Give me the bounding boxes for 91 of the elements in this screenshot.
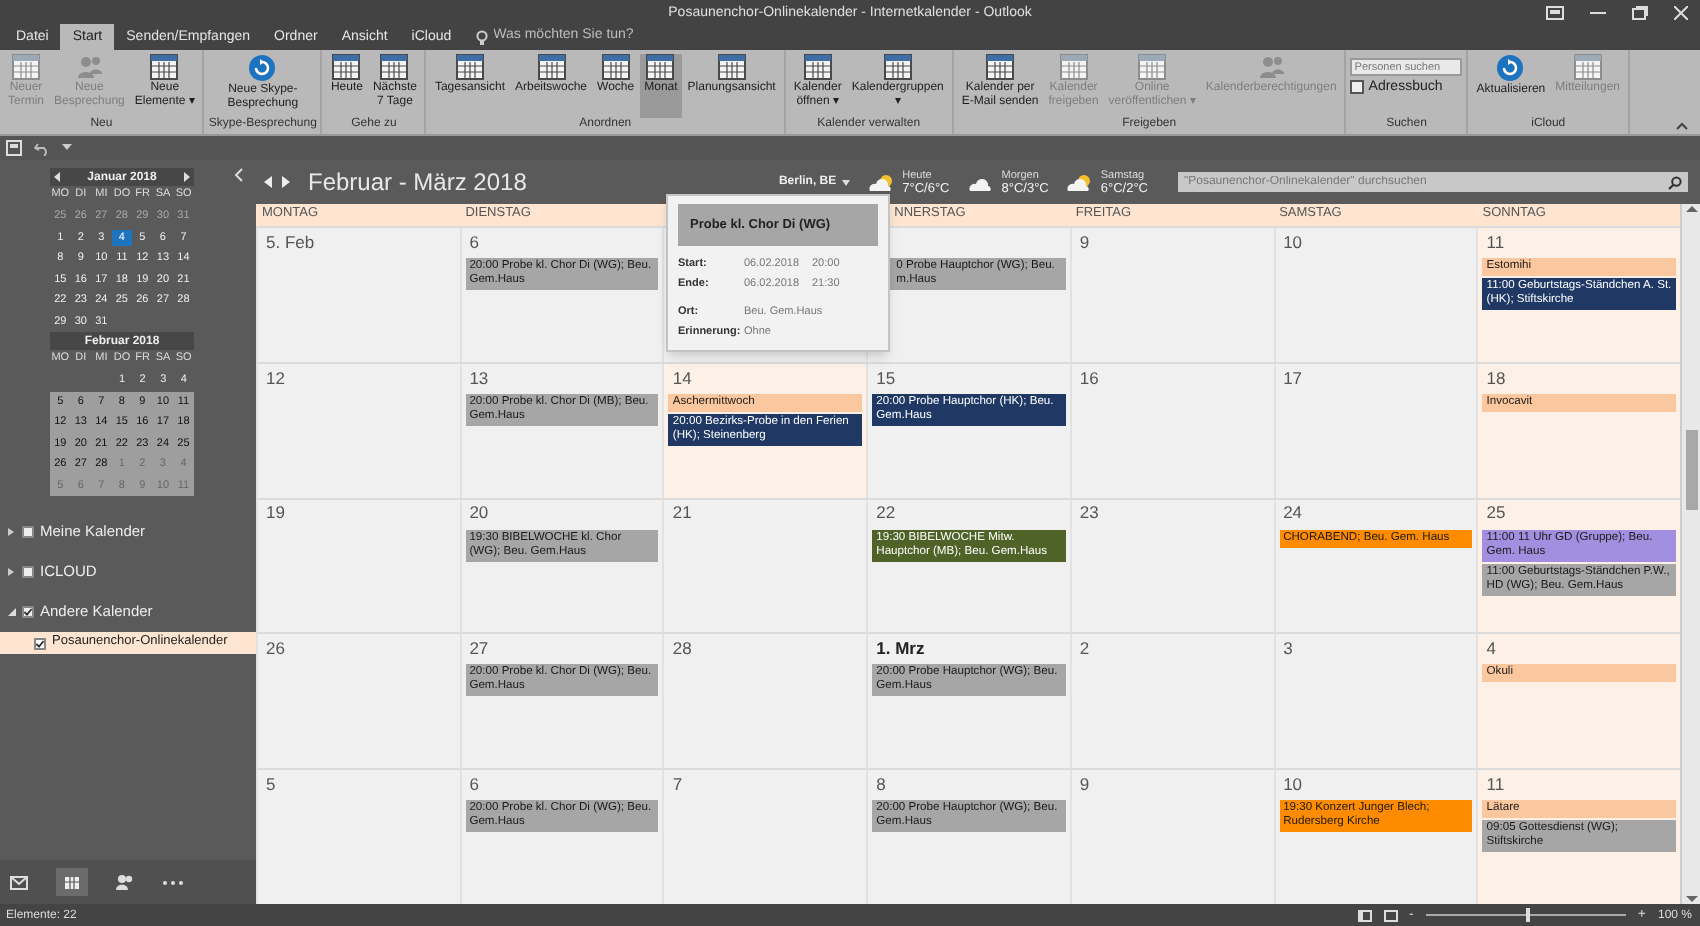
day-number: 2	[1079, 640, 1090, 658]
calendar-icon	[601, 54, 630, 80]
day-number: 28	[672, 640, 692, 658]
calendar-icon	[455, 54, 484, 80]
day-number: 25	[1486, 504, 1506, 522]
zoom-slider-thumb[interactable]	[1525, 908, 1530, 922]
day-number: 22	[876, 504, 896, 522]
day-number: 23	[1079, 504, 1099, 522]
day-number: 10	[1283, 233, 1303, 251]
reading-view-icon[interactable]	[1383, 909, 1398, 921]
day-number: 18	[1486, 369, 1506, 387]
checkbox[interactable]	[34, 637, 46, 649]
day-number: 14	[672, 369, 692, 387]
ribbon-display-icon[interactable]	[1546, 5, 1564, 19]
collapse-ribbon-icon[interactable]	[1676, 122, 1688, 130]
day-number: 12	[266, 369, 285, 387]
undo-icon[interactable]	[34, 141, 50, 155]
day-cell[interactable]: 10	[1273, 228, 1477, 362]
calendar-nav-button[interactable]	[56, 868, 88, 896]
scroll-up-icon[interactable]	[1685, 204, 1697, 214]
people-icon	[75, 54, 104, 80]
day-number: 15	[876, 369, 896, 387]
restore-icon[interactable]	[1632, 5, 1648, 19]
day-number: 4	[1486, 640, 1497, 658]
calendar-icon	[150, 54, 179, 80]
day-number: 6	[469, 775, 479, 793]
save-icon[interactable]	[6, 140, 22, 156]
day-number: 5. Feb	[266, 233, 315, 251]
more-icon[interactable]	[162, 879, 184, 885]
calendar-icon	[803, 54, 832, 80]
day-number: 8	[876, 775, 886, 793]
day-number: 9	[1079, 233, 1090, 251]
checkbox[interactable]	[22, 566, 34, 578]
day-number: 10	[1283, 775, 1303, 793]
weather-icon	[1066, 173, 1095, 191]
next-month-icon[interactable]	[183, 172, 190, 182]
day-number: 11	[1486, 775, 1505, 793]
day-number: 20	[469, 504, 489, 522]
next-icon[interactable]	[282, 176, 290, 188]
day-cell[interactable]: 3	[1273, 634, 1477, 769]
calendar-icon	[717, 54, 746, 80]
day-number: 26	[266, 640, 285, 658]
calendar-icon	[380, 54, 409, 80]
checkbox[interactable]	[22, 606, 34, 618]
lightbulb-icon	[475, 29, 488, 45]
refresh-icon	[1496, 54, 1525, 82]
previous-month-icon[interactable]	[54, 172, 60, 182]
calendar-title: Februar - März 2018	[308, 170, 527, 194]
day-number: 13	[469, 369, 489, 387]
close-icon[interactable]	[1674, 5, 1688, 19]
calendar-icon	[12, 54, 40, 80]
calendar-icon	[1059, 54, 1088, 80]
day-number: 1. Mrz	[876, 640, 925, 658]
calendar-icon	[1573, 54, 1602, 80]
collapse-pane-icon[interactable]	[234, 168, 244, 182]
expanded-icon[interactable]	[8, 608, 16, 616]
day-number: 19	[266, 504, 285, 522]
people-icon[interactable]	[116, 874, 134, 890]
collapsed-icon[interactable]	[8, 568, 16, 576]
search-icon[interactable]	[1668, 175, 1682, 189]
day-number: 27	[469, 640, 489, 658]
dropdown-icon	[842, 179, 851, 185]
collapsed-icon[interactable]	[8, 528, 16, 536]
refresh-icon	[248, 54, 277, 82]
normal-view-icon[interactable]	[1357, 909, 1372, 921]
day-number: 6	[469, 233, 479, 251]
day-number: 5	[266, 775, 276, 793]
day-number: 3	[1283, 640, 1293, 658]
calendar-icon	[883, 54, 912, 80]
dropdown-icon[interactable]	[62, 144, 72, 152]
calendar-icon	[986, 54, 1015, 80]
day-number: 9	[1079, 775, 1090, 793]
day-number: 17	[1283, 369, 1303, 387]
previous-icon[interactable]	[264, 176, 272, 188]
day-number: 7	[672, 775, 683, 793]
calendar-icon	[64, 875, 80, 889]
day-number: 24	[1283, 504, 1303, 522]
calendar-icon	[537, 54, 566, 80]
address-book-icon	[1350, 80, 1365, 94]
day-number: 11	[1486, 233, 1505, 251]
calendar-icon	[646, 54, 675, 80]
scrollbar-thumb[interactable]	[1685, 430, 1697, 510]
people-icon	[1257, 54, 1286, 80]
day-cell[interactable]: 17	[1273, 363, 1477, 498]
day-number: 21	[672, 504, 692, 522]
calendar-icon	[332, 54, 361, 80]
mail-icon[interactable]	[10, 875, 28, 889]
weather-icon	[967, 173, 996, 191]
calendar-icon	[1138, 54, 1167, 80]
checkbox[interactable]	[22, 526, 34, 538]
day-number: 16	[1079, 369, 1099, 387]
